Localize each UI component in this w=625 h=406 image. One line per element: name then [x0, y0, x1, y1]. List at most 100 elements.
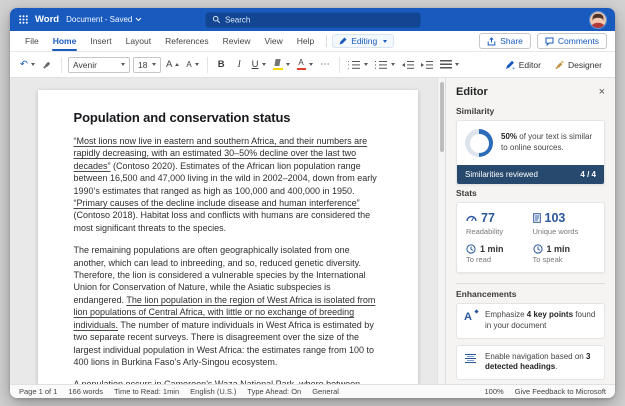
tab-references[interactable]: References — [158, 31, 215, 51]
divider — [456, 283, 605, 284]
word-count[interactable]: 166 words — [68, 387, 103, 396]
flagged-similarity-text[interactable]: “Primary causes of the decline include d… — [74, 198, 360, 208]
paintbrush-icon — [43, 61, 51, 69]
document-canvas[interactable]: Population and conservation status “Most… — [10, 78, 445, 384]
editor-button[interactable]: Editor — [500, 58, 546, 72]
similarities-reviewed-row[interactable]: Similarities reviewed 4 / 4 — [457, 165, 604, 184]
type-ahead[interactable]: Type Ahead: On — [247, 387, 301, 396]
clock-icon — [466, 243, 476, 254]
document-heading: Population and conservation status — [73, 110, 291, 125]
grow-font-icon: A — [165, 58, 173, 70]
increase-indent-icon — [420, 60, 433, 69]
share-label: Share — [500, 36, 523, 46]
designer-button[interactable]: Designer — [549, 58, 607, 72]
tab-layout[interactable]: Layout — [119, 31, 159, 51]
status-bar: Page 1 of 1 166 words Time to Read: 1min… — [10, 384, 615, 398]
page-count[interactable]: Page 1 of 1 — [19, 387, 57, 396]
tab-review[interactable]: Review — [216, 31, 258, 51]
enhancement-navigation-text: Enable navigation based on 3 detected he… — [485, 351, 591, 372]
content-area: Population and conservation status “Most… — [10, 78, 615, 384]
chevron-down-icon — [152, 63, 157, 66]
formatting-toolbar: ↶ Avenir 18 A A B I U A ⋯ Editor Designe… — [10, 52, 615, 78]
body-text: (Contoso 2020). Estimates of the African… — [73, 160, 377, 196]
share-icon — [487, 36, 496, 45]
stat-time-to-read: 1 min To read — [466, 243, 504, 265]
search-placeholder: Search — [225, 15, 251, 24]
paragraph-3: A population occurs in Cameroon’s Waza N… — [74, 378, 382, 384]
document-title-label: Document - Saved — [66, 15, 133, 24]
share-button[interactable]: Share — [479, 33, 531, 49]
underline-button[interactable]: U — [250, 56, 268, 74]
feedback-link[interactable]: Give Feedback to Microsoft — [515, 387, 606, 396]
undo-button[interactable]: ↶ — [18, 56, 37, 74]
decrease-indent-button[interactable] — [400, 56, 416, 74]
bullet-list-button[interactable] — [346, 56, 370, 74]
font-name-select[interactable]: Avenir — [67, 56, 130, 73]
similarities-reviewed-label: Similarities reviewed — [465, 170, 538, 179]
tab-help[interactable]: Help — [290, 31, 321, 51]
navigation-headings-icon — [464, 352, 478, 366]
enhancement-emphasize-text: Emphasize 4 key points found in your doc… — [485, 310, 596, 330]
close-icon[interactable]: × — [599, 86, 605, 98]
undo-icon: ↶ — [20, 58, 28, 70]
ribbon-tab-bar: File Home Insert Layout References Revie… — [10, 31, 615, 52]
editor-button-label: Editor — [518, 59, 541, 70]
align-button[interactable] — [438, 56, 461, 74]
tab-view[interactable]: View — [257, 31, 289, 51]
underline-icon: U — [251, 58, 259, 70]
stat-unique-words: 103 Unique words — [532, 211, 579, 236]
stats-card: 77 Readability 103 Unique words 1 min To… — [456, 202, 605, 273]
comments-button[interactable]: Comments — [536, 33, 607, 49]
highlight-button[interactable] — [271, 56, 292, 74]
editor-pane: Editor × Similarity 50% of your text is … — [445, 78, 615, 384]
divider — [326, 35, 328, 47]
enhancements-section-label: Enhancements — [456, 289, 517, 299]
numbered-list-button[interactable] — [373, 56, 397, 74]
font-color-icon: A — [296, 58, 306, 71]
tab-home[interactable]: Home — [46, 31, 84, 51]
title-bar: Word Document - Saved Search — [10, 8, 615, 31]
app-name: Word — [35, 14, 60, 25]
chevron-down-icon — [363, 63, 368, 66]
bullet-list-icon — [347, 60, 361, 69]
font-size-select[interactable]: 18 — [132, 56, 161, 73]
similarity-text: 50% of your text is similar to online so… — [501, 132, 593, 152]
italic-button[interactable]: I — [232, 56, 247, 74]
enhancement-navigation-row[interactable]: Enable navigation based on 3 detected he… — [456, 344, 605, 381]
tab-file[interactable]: File — [18, 31, 46, 51]
more-formatting-button[interactable]: ⋯ — [318, 56, 333, 74]
designer-brush-icon — [554, 60, 564, 69]
font-color-button[interactable]: A — [295, 56, 315, 74]
divider — [338, 56, 340, 73]
chevron-down-icon — [120, 63, 125, 66]
search-input[interactable]: Search — [205, 12, 420, 27]
vertical-scrollbar[interactable] — [437, 78, 445, 384]
document-page[interactable]: Population and conservation status “Most… — [37, 90, 418, 384]
format-painter-button[interactable] — [40, 56, 55, 74]
chevron-down-icon — [383, 39, 388, 43]
sensitivity-label[interactable]: General — [312, 387, 339, 396]
align-icon — [439, 60, 452, 69]
avatar[interactable] — [590, 11, 606, 28]
bold-button[interactable]: B — [214, 56, 229, 74]
editing-mode-dropdown[interactable]: Editing — [332, 34, 395, 48]
document-title-dropdown[interactable]: Document - Saved — [66, 15, 142, 24]
triangle-up-icon — [175, 63, 180, 66]
divider — [60, 56, 62, 73]
zoom-level[interactable]: 100% — [485, 387, 504, 396]
similarities-reviewed-count: 4 / 4 — [580, 170, 596, 179]
stat-time-to-speak: 1 min To speak — [532, 243, 571, 265]
shrink-font-button[interactable]: A — [184, 56, 200, 74]
chevron-down-icon — [261, 63, 266, 66]
body-text: (Contoso 2018). Habitat loss and conflic… — [73, 210, 371, 233]
grow-font-button[interactable]: A — [164, 56, 181, 74]
app-launcher-icon[interactable] — [19, 15, 28, 24]
time-to-read[interactable]: Time to Read: 1min — [114, 387, 179, 396]
language[interactable]: English (U.S.) — [190, 387, 236, 396]
tab-insert[interactable]: Insert — [83, 31, 118, 51]
scrollbar-thumb[interactable] — [439, 82, 444, 152]
similarity-card[interactable]: 50% of your text is similar to online so… — [456, 120, 605, 185]
paragraph-2: The remaining populations are often geog… — [74, 244, 382, 368]
enhancement-emphasize-row[interactable]: A Emphasize 4 key points found in your d… — [456, 303, 605, 339]
increase-indent-button[interactable] — [419, 56, 435, 74]
